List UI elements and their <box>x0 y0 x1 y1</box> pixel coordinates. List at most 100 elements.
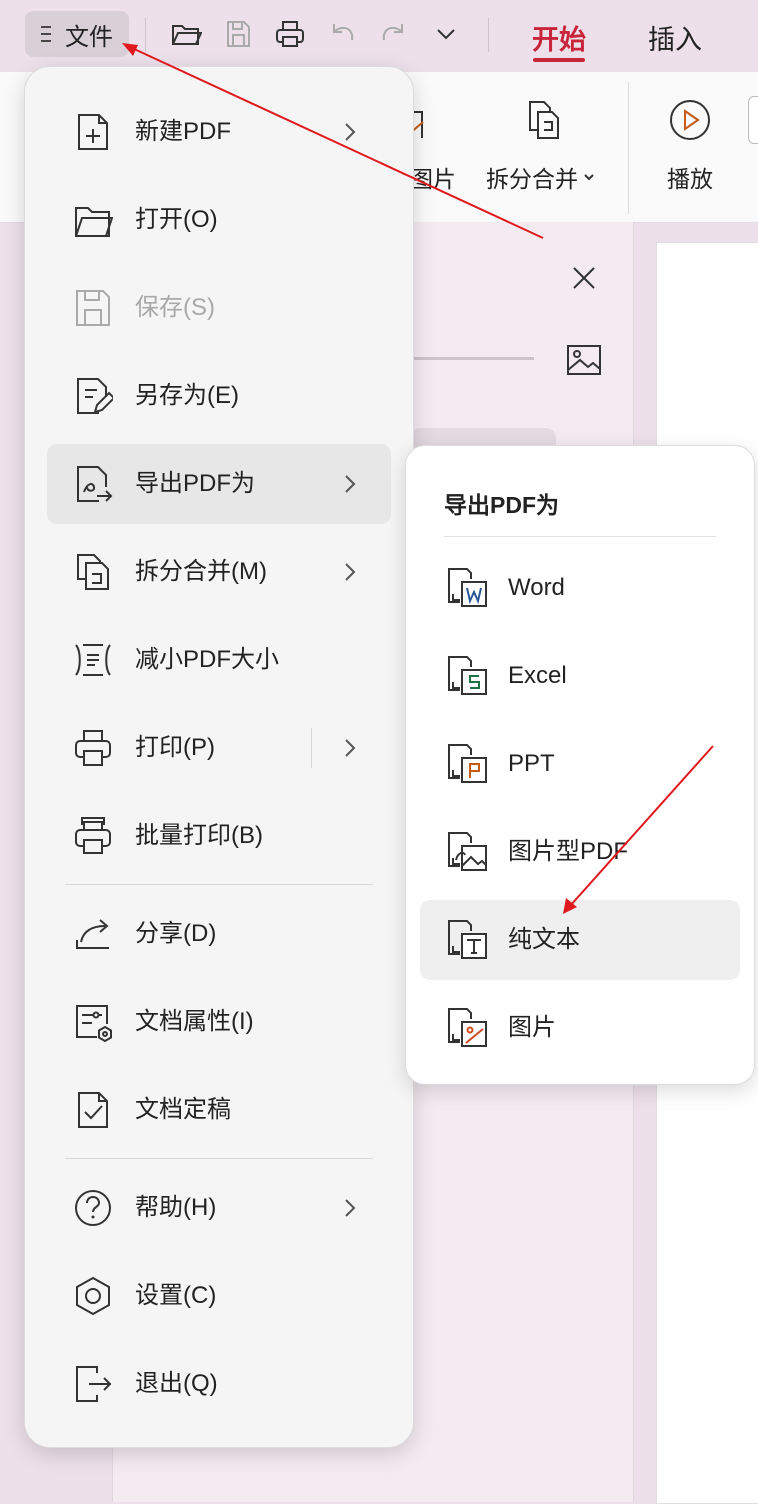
chevron-right-icon <box>345 1199 356 1217</box>
menu-item-label: 导出PDF为 <box>135 470 255 497</box>
batch-print-icon <box>75 817 111 854</box>
chevron-right-icon <box>345 563 356 581</box>
toolbar-separator <box>145 18 146 52</box>
menu-item-help[interactable]: 帮助(H) <box>47 1168 391 1248</box>
finalize-icon <box>78 1092 108 1128</box>
menu-item-label: 设置(C) <box>135 1282 217 1309</box>
menu-item-split-merge[interactable]: 拆分合并(M) <box>47 532 391 612</box>
help-icon <box>75 1190 111 1226</box>
export-item-label: PPT <box>508 750 555 777</box>
menu-item-new-pdf[interactable]: 新建PDF <box>47 92 391 172</box>
export-image-pdf[interactable]: 图片型PDF <box>420 812 740 892</box>
active-tab-indicator <box>533 58 585 62</box>
export-item-label: Excel <box>508 662 567 689</box>
hamburger-icon <box>41 26 51 42</box>
play-icon <box>670 100 710 140</box>
menu-item-finalize[interactable]: 文档定稿 <box>47 1070 391 1150</box>
toolbar-separator <box>488 18 489 52</box>
menu-item-batch-print[interactable]: 批量打印(B) <box>47 796 391 876</box>
file-menu-label: 文件 <box>65 23 113 51</box>
image-icon <box>448 1008 487 1047</box>
plain-text-icon <box>448 920 487 959</box>
settings-icon <box>76 1276 110 1316</box>
top-toolbar: 文件 开始 插入 <box>0 0 758 70</box>
split-merge-icon <box>529 101 559 139</box>
menu-item-label: 减小PDF大小 <box>135 646 279 673</box>
ribbon-split-merge-label: 拆分合并 <box>486 166 578 192</box>
chevron-right-icon[interactable] <box>339 737 361 759</box>
undo-icon[interactable] <box>326 18 358 50</box>
export-item-label: 图片型PDF <box>508 838 628 865</box>
menu-item-print[interactable]: 打印(P) <box>47 708 391 788</box>
save-as-icon <box>77 378 113 414</box>
menu-item-label: 另存为(E) <box>135 382 239 409</box>
panel-divider <box>410 357 534 360</box>
menu-item-label: 文档属性(I) <box>135 1008 254 1035</box>
export-image[interactable]: 图片 <box>420 988 740 1068</box>
chevron-right-icon <box>345 475 356 493</box>
ribbon-overflow-item[interactable] <box>748 96 758 144</box>
menu-item-exit[interactable]: 退出(Q) <box>47 1344 391 1424</box>
ribbon-play-button[interactable]: 播放 <box>667 160 713 194</box>
new-pdf-icon <box>78 114 108 150</box>
menu-item-label: 文档定稿 <box>135 1096 231 1123</box>
menu-item-label: 打印(P) <box>135 734 215 761</box>
menu-divider <box>65 1158 373 1159</box>
menu-item-label: 打开(O) <box>135 206 218 233</box>
print-icon[interactable] <box>274 18 306 50</box>
export-item-label: Word <box>508 574 565 601</box>
menu-item-label: 保存(S) <box>135 294 215 321</box>
export-pdf-submenu: 导出PDF为 Word Excel PPT 图片型PDF 纯文本 图片 <box>405 445 755 1085</box>
chevron-down-icon[interactable] <box>430 18 462 50</box>
menu-item-settings[interactable]: 设置(C) <box>47 1256 391 1336</box>
menu-item-label: 新建PDF <box>135 118 231 145</box>
chevron-right-icon <box>345 123 356 141</box>
menu-item-save: 保存(S) <box>47 268 391 348</box>
menu-divider <box>65 884 373 885</box>
export-ppt[interactable]: PPT <box>420 724 740 804</box>
open-folder-icon[interactable] <box>170 18 202 50</box>
menu-item-open[interactable]: 打开(O) <box>47 180 391 260</box>
menu-item-label: 批量打印(B) <box>135 822 263 849</box>
open-folder-icon <box>75 207 113 237</box>
ribbon-image-button[interactable]: 图片 <box>410 160 456 194</box>
menu-item-label: 分享(D) <box>135 920 217 947</box>
menu-item-save-as[interactable]: 另存为(E) <box>47 356 391 436</box>
redo-icon[interactable] <box>378 18 410 50</box>
menu-item-share[interactable]: 分享(D) <box>47 894 391 974</box>
export-item-label: 纯文本 <box>508 926 580 953</box>
split-merge-icon <box>77 554 109 590</box>
close-icon[interactable] <box>570 264 598 292</box>
share-icon <box>76 919 109 949</box>
menu-item-label: 退出(Q) <box>135 1370 218 1397</box>
ppt-icon <box>448 744 487 783</box>
save-icon[interactable] <box>222 18 254 50</box>
chevron-down-icon <box>584 174 594 181</box>
exit-icon <box>76 1366 112 1402</box>
export-word[interactable]: Word <box>420 548 740 628</box>
submenu-divider <box>444 536 716 537</box>
word-icon <box>448 568 487 607</box>
compress-icon <box>75 644 111 676</box>
submenu-title: 导出PDF为 <box>444 492 559 518</box>
ribbon-separator <box>628 82 629 214</box>
menu-item-label: 拆分合并(M) <box>135 558 267 585</box>
print-icon <box>75 730 111 766</box>
export-pdf-icon <box>77 466 113 502</box>
export-plain-text[interactable]: 纯文本 <box>420 900 740 980</box>
image-icon[interactable] <box>566 344 602 376</box>
export-excel[interactable]: Excel <box>420 636 740 716</box>
file-menu: 新建PDF 打开(O) 保存(S) 另存为(E) 导出PDF为 拆分合并(M) … <box>24 66 414 1448</box>
image-pdf-icon <box>448 832 487 871</box>
excel-icon <box>448 656 487 695</box>
ribbon-split-merge-button[interactable]: 拆分合并 <box>486 160 596 194</box>
file-menu-button[interactable]: 文件 <box>25 11 129 57</box>
tab-insert[interactable]: 插入 <box>648 18 702 57</box>
menu-item-export-pdf[interactable]: 导出PDF为 <box>47 444 391 524</box>
menu-item-label: 帮助(H) <box>135 1194 217 1221</box>
doc-properties-icon <box>76 1005 112 1042</box>
export-item-label: 图片 <box>508 1014 556 1041</box>
tab-start[interactable]: 开始 <box>532 18 586 57</box>
menu-item-doc-properties[interactable]: 文档属性(I) <box>47 982 391 1062</box>
menu-item-reduce-size[interactable]: 减小PDF大小 <box>47 620 391 700</box>
